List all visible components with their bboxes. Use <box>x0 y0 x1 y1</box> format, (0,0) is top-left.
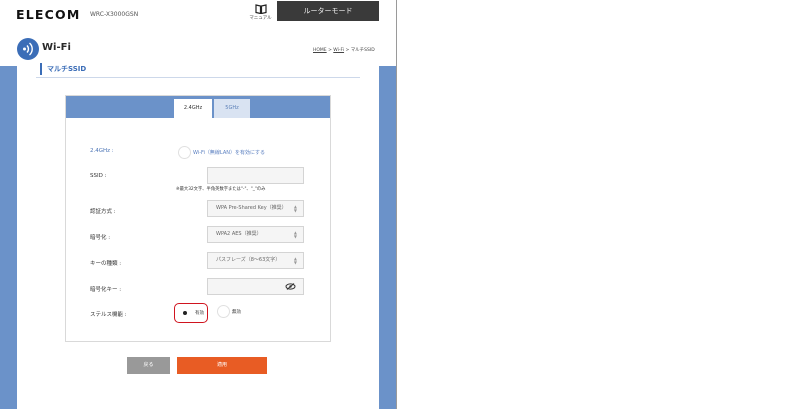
stealth-on-option[interactable]: 有効 <box>174 303 208 323</box>
apply-button[interactable]: 適用 <box>177 357 267 374</box>
encryption-value: WPA2 AES（推奨） <box>216 231 262 237</box>
encryption-select[interactable]: WPA2 AES（推奨） ▲ ▼ <box>207 226 304 243</box>
ssid-input[interactable] <box>207 167 304 184</box>
book-icon <box>254 4 267 14</box>
breadcrumb-home[interactable]: HOME <box>313 48 327 53</box>
breadcrumb: HOME > Wi-Fi > マルチSSID <box>313 47 375 53</box>
stealth-label: ステルス機能 : <box>90 312 127 318</box>
manual-label: マニュアル <box>249 16 272 21</box>
side-band-right <box>379 66 396 409</box>
wifi-icon <box>17 38 39 60</box>
wifi-enable-text: Wi-Fi（無線LAN）を有効にする <box>193 150 266 156</box>
stealth-off-label: 無効 <box>232 310 241 315</box>
back-button[interactable]: 戻る <box>127 357 170 374</box>
wifi-enable-toggle[interactable] <box>178 146 191 159</box>
model-name: WRC-X3000GSN <box>90 11 139 18</box>
side-band-left <box>0 66 17 409</box>
encryption-label: 暗号化 : <box>90 235 111 241</box>
auth-method-select[interactable]: WPA Pre-Shared Key（推奨） ▲ ▼ <box>207 200 304 217</box>
breadcrumb-wifi[interactable]: Wi-Fi <box>333 48 344 53</box>
key-type-select[interactable]: パスフレーズ（8～63文字） ▲ ▼ <box>207 252 304 269</box>
router-admin-window: ELECOM WRC-X3000GSN マニュアル ルーターモード Wi-Fi … <box>0 0 397 409</box>
settings-panel: 2.4GHz 5GHz 2.4GHz : Wi-Fi（無線LAN）を有効にする … <box>65 95 331 342</box>
router-mode-button[interactable]: ルーターモード <box>277 1 379 21</box>
stealth-off-radio[interactable] <box>217 305 230 318</box>
auth-method-value: WPA Pre-Shared Key（推奨） <box>216 205 287 211</box>
section-divider <box>36 77 360 78</box>
ssid-label: SSID : <box>90 173 107 179</box>
key-type-label: キーの種類 : <box>90 261 122 267</box>
ssid-hint: ※最大32文字、半角英数字または"-"、"_"のみ <box>176 187 266 192</box>
stealth-on-label: 有効 <box>195 311 204 316</box>
manual-button[interactable]: マニュアル <box>247 4 274 21</box>
eye-slash-icon[interactable] <box>285 283 296 290</box>
band-label: 2.4GHz : <box>90 148 114 154</box>
tab-2-4ghz[interactable]: 2.4GHz <box>174 99 212 118</box>
select-arrows-icon: ▲ ▼ <box>293 230 297 239</box>
auth-method-label: 認証方式 : <box>90 209 116 215</box>
breadcrumb-current: マルチSSID <box>350 48 375 53</box>
select-arrows-icon: ▲ ▼ <box>293 256 297 265</box>
radio-selected-dot <box>183 311 187 315</box>
brand-logo: ELECOM <box>16 7 81 22</box>
key-type-value: パスフレーズ（8～63文字） <box>216 257 281 263</box>
section-title: マルチSSID <box>40 63 86 75</box>
tab-5ghz[interactable]: 5GHz <box>214 99 250 118</box>
tab-bar: 2.4GHz 5GHz <box>66 96 330 118</box>
breadcrumb-separator: > <box>344 48 351 53</box>
select-arrows-icon: ▲ ▼ <box>293 204 297 213</box>
encryption-key-label: 暗号化キー : <box>90 287 122 293</box>
encryption-key-input[interactable] <box>207 278 304 295</box>
page-title: Wi-Fi <box>42 42 71 53</box>
